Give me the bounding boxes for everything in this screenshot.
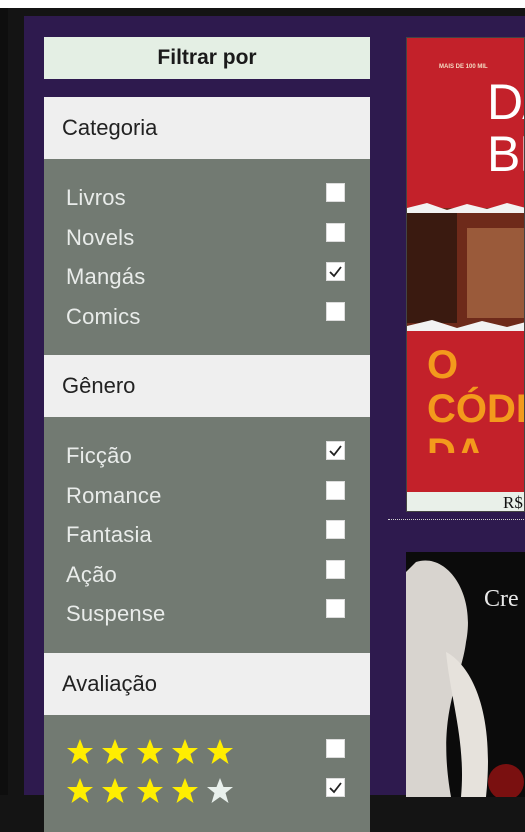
filter-option-novels[interactable]: Novels — [44, 219, 370, 259]
cover-title-clip: O CÓDIGO DA VINCI — [407, 343, 524, 453]
filter-option-label: Mangás — [66, 264, 146, 289]
filter-sidebar: Filtrar por Categoria Livros Novels Mang… — [44, 37, 370, 832]
section-body-categoria: Livros Novels Mangás Comics — [44, 159, 370, 355]
cover-author: DAN BROWN — [487, 76, 524, 182]
checkmark-icon — [329, 266, 342, 278]
filter-option-label: Ficção — [66, 443, 132, 468]
star-rating-icon — [67, 778, 233, 803]
cover-top-text: MAIS DE 100 MIL — [439, 64, 488, 70]
filter-option-fantasia[interactable]: Fantasia — [44, 516, 370, 556]
checkbox-fantasia[interactable] — [326, 520, 345, 539]
filter-option-comics[interactable]: Comics — [44, 298, 370, 338]
filter-option-acao[interactable]: Ação — [44, 556, 370, 596]
book-price: R$ — [407, 492, 524, 511]
checkbox-comics[interactable] — [326, 301, 345, 321]
rating-stars-5 — [66, 738, 246, 766]
content-frame: Filtrar por Categoria Livros Novels Mang… — [24, 16, 525, 832]
cover-title: O CÓDIGO DA VINCI — [427, 343, 524, 453]
window-top-strip — [0, 0, 525, 8]
filter-option-label: Livros — [66, 185, 126, 210]
checkbox-mangas[interactable] — [326, 262, 345, 281]
section-heading-avaliacao: Avaliação — [44, 652, 370, 715]
checkbox-rating-4[interactable] — [326, 778, 345, 797]
checkbox-romance[interactable] — [326, 480, 345, 500]
rating-stars-4 — [66, 777, 246, 805]
filter-option-livros[interactable]: Livros — [44, 179, 370, 219]
section-body-genero: Ficção Romance Fantasia Ação Suspense — [44, 417, 370, 653]
cover-author-clip: DAN BROWN — [407, 76, 524, 196]
book-divider — [388, 519, 525, 520]
filter-option-suspense[interactable]: Suspense — [44, 595, 370, 635]
section-body-avaliacao — [44, 714, 370, 832]
section-heading-genero: Gênero — [44, 355, 370, 417]
checkbox-rating-5[interactable] — [326, 738, 345, 758]
filter-option-romance[interactable]: Romance — [44, 477, 370, 517]
filter-option-label: Novels — [66, 224, 135, 250]
filter-option-ficcao[interactable]: Ficção — [44, 437, 370, 477]
filter-option-label: Comics — [66, 303, 141, 329]
rating-option-5-stars[interactable] — [44, 735, 370, 775]
filter-option-label: Fantasia — [66, 522, 152, 547]
filter-option-mangas[interactable]: Mangás — [44, 258, 370, 298]
checkbox-novels[interactable] — [326, 222, 345, 242]
book-card-cover[interactable]: MAIS DE 100 MIL DAN BROWN O CÓDIGO DA VI… — [406, 37, 525, 512]
filter-option-label: Ação — [66, 561, 117, 587]
checkbox-suspense[interactable] — [326, 599, 345, 618]
star-rating-icon — [67, 738, 233, 764]
checkmark-icon — [329, 445, 342, 457]
section-heading-categoria: Categoria — [44, 97, 370, 159]
cover-title-2: Cre — [484, 586, 519, 612]
filter-option-label: Suspense — [66, 601, 166, 626]
filter-option-label: Romance — [66, 482, 162, 508]
book-card-cover-2[interactable]: Cre — [406, 552, 525, 797]
checkbox-ficcao[interactable] — [326, 441, 345, 460]
checkmark-icon — [329, 782, 342, 794]
window-left-strip — [0, 8, 8, 795]
filter-title: Filtrar por — [44, 37, 370, 79]
rating-option-4-stars[interactable] — [44, 774, 370, 814]
checkbox-livros[interactable] — [326, 183, 345, 202]
checkbox-acao[interactable] — [326, 559, 345, 579]
